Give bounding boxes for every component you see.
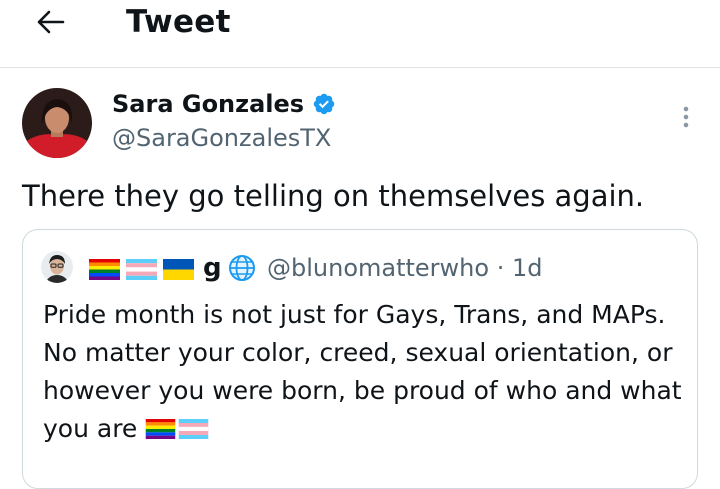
top-bar: Tweet xyxy=(0,0,720,68)
quote-display-name[interactable]: g xyxy=(203,250,222,286)
back-button[interactable] xyxy=(30,2,70,42)
more-options-icon xyxy=(683,106,689,128)
tweet-text: There they go telling on themselves agai… xyxy=(22,179,645,213)
quote-handle-time[interactable]: @blunomatterwho · 1d xyxy=(267,250,542,286)
rainbow-flag-icon xyxy=(89,259,120,280)
author-handle[interactable]: @SaraGonzalesTX xyxy=(112,122,331,154)
quote-time[interactable]: · 1d xyxy=(497,254,543,282)
quote-text: Pride month is not just for Gays, Trans,… xyxy=(43,296,683,448)
rainbow-flag-icon xyxy=(146,419,176,439)
quote-body: Pride month is not just for Gays, Trans,… xyxy=(43,300,682,443)
author-name[interactable]: Sara Gonzales xyxy=(112,88,304,120)
back-arrow-icon xyxy=(37,10,65,34)
transgender-flag-icon xyxy=(178,419,209,439)
more-options-button[interactable] xyxy=(672,100,700,134)
verified-badge-icon xyxy=(313,93,335,115)
quoted-tweet[interactable]: g @blunomatterwho · 1d Pride month is no… xyxy=(22,229,698,489)
quote-avatar[interactable] xyxy=(41,251,73,283)
ukraine-flag-icon xyxy=(163,259,194,280)
quote-handle[interactable]: @blunomatterwho xyxy=(267,254,489,282)
avatar[interactable] xyxy=(22,88,92,158)
globe-icon xyxy=(229,255,255,281)
page-title: Tweet xyxy=(126,4,231,40)
transgender-flag-icon xyxy=(126,259,157,280)
